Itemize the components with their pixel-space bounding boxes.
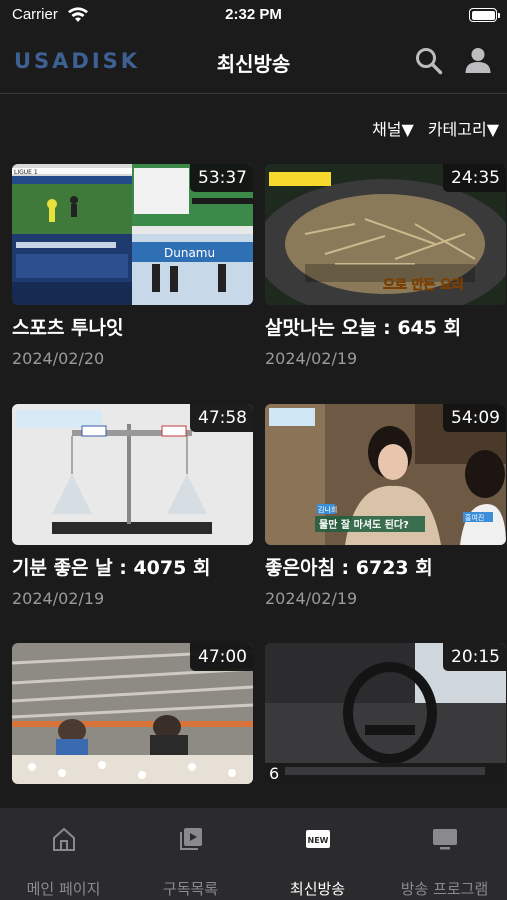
tab-label: 메인 페이지 bbox=[26, 880, 101, 898]
tab-bar: 메인 페이지 구독목록 NEW 최신방송 방송 프로그램 bbox=[0, 808, 507, 900]
video-duration: 24:35 bbox=[443, 164, 506, 192]
thumbnail-name-text: 김나희 bbox=[318, 505, 337, 514]
tv-icon bbox=[432, 829, 457, 850]
video-card[interactable]: 6 20:15 bbox=[265, 643, 506, 784]
video-thumbnail[interactable]: 47:58 bbox=[12, 404, 253, 545]
play-library-icon bbox=[179, 828, 202, 850]
video-thumbnail[interactable]: 47:00 bbox=[12, 643, 253, 784]
video-title[interactable]: 살맛나는 오늘 : 645 회 bbox=[265, 313, 506, 340]
video-title[interactable]: 스포츠 투나잇 bbox=[12, 313, 253, 340]
tab-latest-broadcasts[interactable]: NEW 최신방송 bbox=[254, 808, 381, 900]
video-title[interactable]: 좋은아침 : 6723 회 bbox=[265, 553, 506, 580]
thumbnail-brand-text: Dunamu bbox=[164, 246, 215, 260]
channel-filter-dropdown[interactable]: 채널▼ bbox=[372, 116, 414, 140]
video-duration: 47:58 bbox=[190, 404, 253, 432]
video-title[interactable]: 기분 좋은 날 : 4075 회 bbox=[12, 553, 253, 580]
search-icon[interactable] bbox=[414, 46, 444, 76]
video-duration: 20:15 bbox=[443, 643, 506, 671]
tab-label: 방송 프로그램 bbox=[400, 880, 489, 898]
thumbnail-caption-text: 으로 만든 요리 bbox=[383, 277, 464, 293]
video-card[interactable]: 으로 만든 요리 24:35 살맛나는 오늘 : 645 회 2024/02/1… bbox=[265, 164, 506, 368]
new-badge-icon: NEW bbox=[305, 830, 330, 848]
home-icon bbox=[52, 827, 75, 851]
video-date: 2024/02/19 bbox=[265, 349, 358, 368]
svg-text:NEW: NEW bbox=[307, 836, 328, 845]
channel-number-text: 6 bbox=[269, 764, 279, 783]
tab-main-page[interactable]: 메인 페이지 bbox=[0, 808, 127, 900]
video-card[interactable]: 47:58 기분 좋은 날 : 4075 회 2024/02/19 bbox=[12, 404, 253, 608]
tab-subscriptions[interactable]: 구독목록 bbox=[127, 808, 254, 900]
video-thumbnail[interactable]: Dunamu LIGUE 1 53:37 bbox=[12, 164, 253, 305]
video-card[interactable]: 47:00 bbox=[12, 643, 253, 784]
video-duration: 47:00 bbox=[190, 643, 253, 671]
tab-label: 구독목록 bbox=[162, 880, 219, 898]
tab-broadcast-programs[interactable]: 방송 프로그램 bbox=[381, 808, 507, 900]
category-filter-dropdown[interactable]: 카테고리▼ bbox=[428, 116, 499, 140]
thumbnail-caption-text: 물만 잘 마셔도 된다? bbox=[319, 518, 409, 531]
thumbnail-banner-text: LIGUE 1 bbox=[14, 169, 38, 176]
video-date: 2024/02/20 bbox=[12, 349, 105, 368]
video-thumbnail[interactable]: 6 20:15 bbox=[265, 643, 506, 784]
video-thumbnail[interactable]: 으로 만든 요리 24:35 bbox=[265, 164, 506, 305]
person-icon[interactable] bbox=[463, 45, 493, 75]
video-duration: 53:37 bbox=[190, 164, 253, 192]
status-bar: Carrier 2:32 PM bbox=[0, 0, 507, 32]
navigation-bar: USADISK 최신방송 bbox=[0, 32, 507, 94]
video-duration: 54:09 bbox=[443, 404, 506, 432]
tab-label: 최신방송 bbox=[289, 880, 346, 898]
video-date: 2024/02/19 bbox=[265, 589, 358, 608]
video-date: 2024/02/19 bbox=[12, 589, 105, 608]
thumbnail-name-text: 홍여진 bbox=[465, 513, 484, 522]
status-time: 2:32 PM bbox=[225, 6, 282, 23]
video-card[interactable]: Dunamu LIGUE 1 53:37 스포츠 투나잇 2024/02/20 bbox=[12, 164, 253, 368]
filter-bar: 채널▼ 카테고리▼ bbox=[372, 116, 499, 140]
video-card[interactable]: 김나희 물만 잘 마셔도 된다? 홍여진 54:09 좋은아침 : 6723 회… bbox=[265, 404, 506, 608]
video-thumbnail[interactable]: 김나희 물만 잘 마셔도 된다? 홍여진 54:09 bbox=[265, 404, 506, 545]
battery-icon bbox=[469, 8, 500, 22]
